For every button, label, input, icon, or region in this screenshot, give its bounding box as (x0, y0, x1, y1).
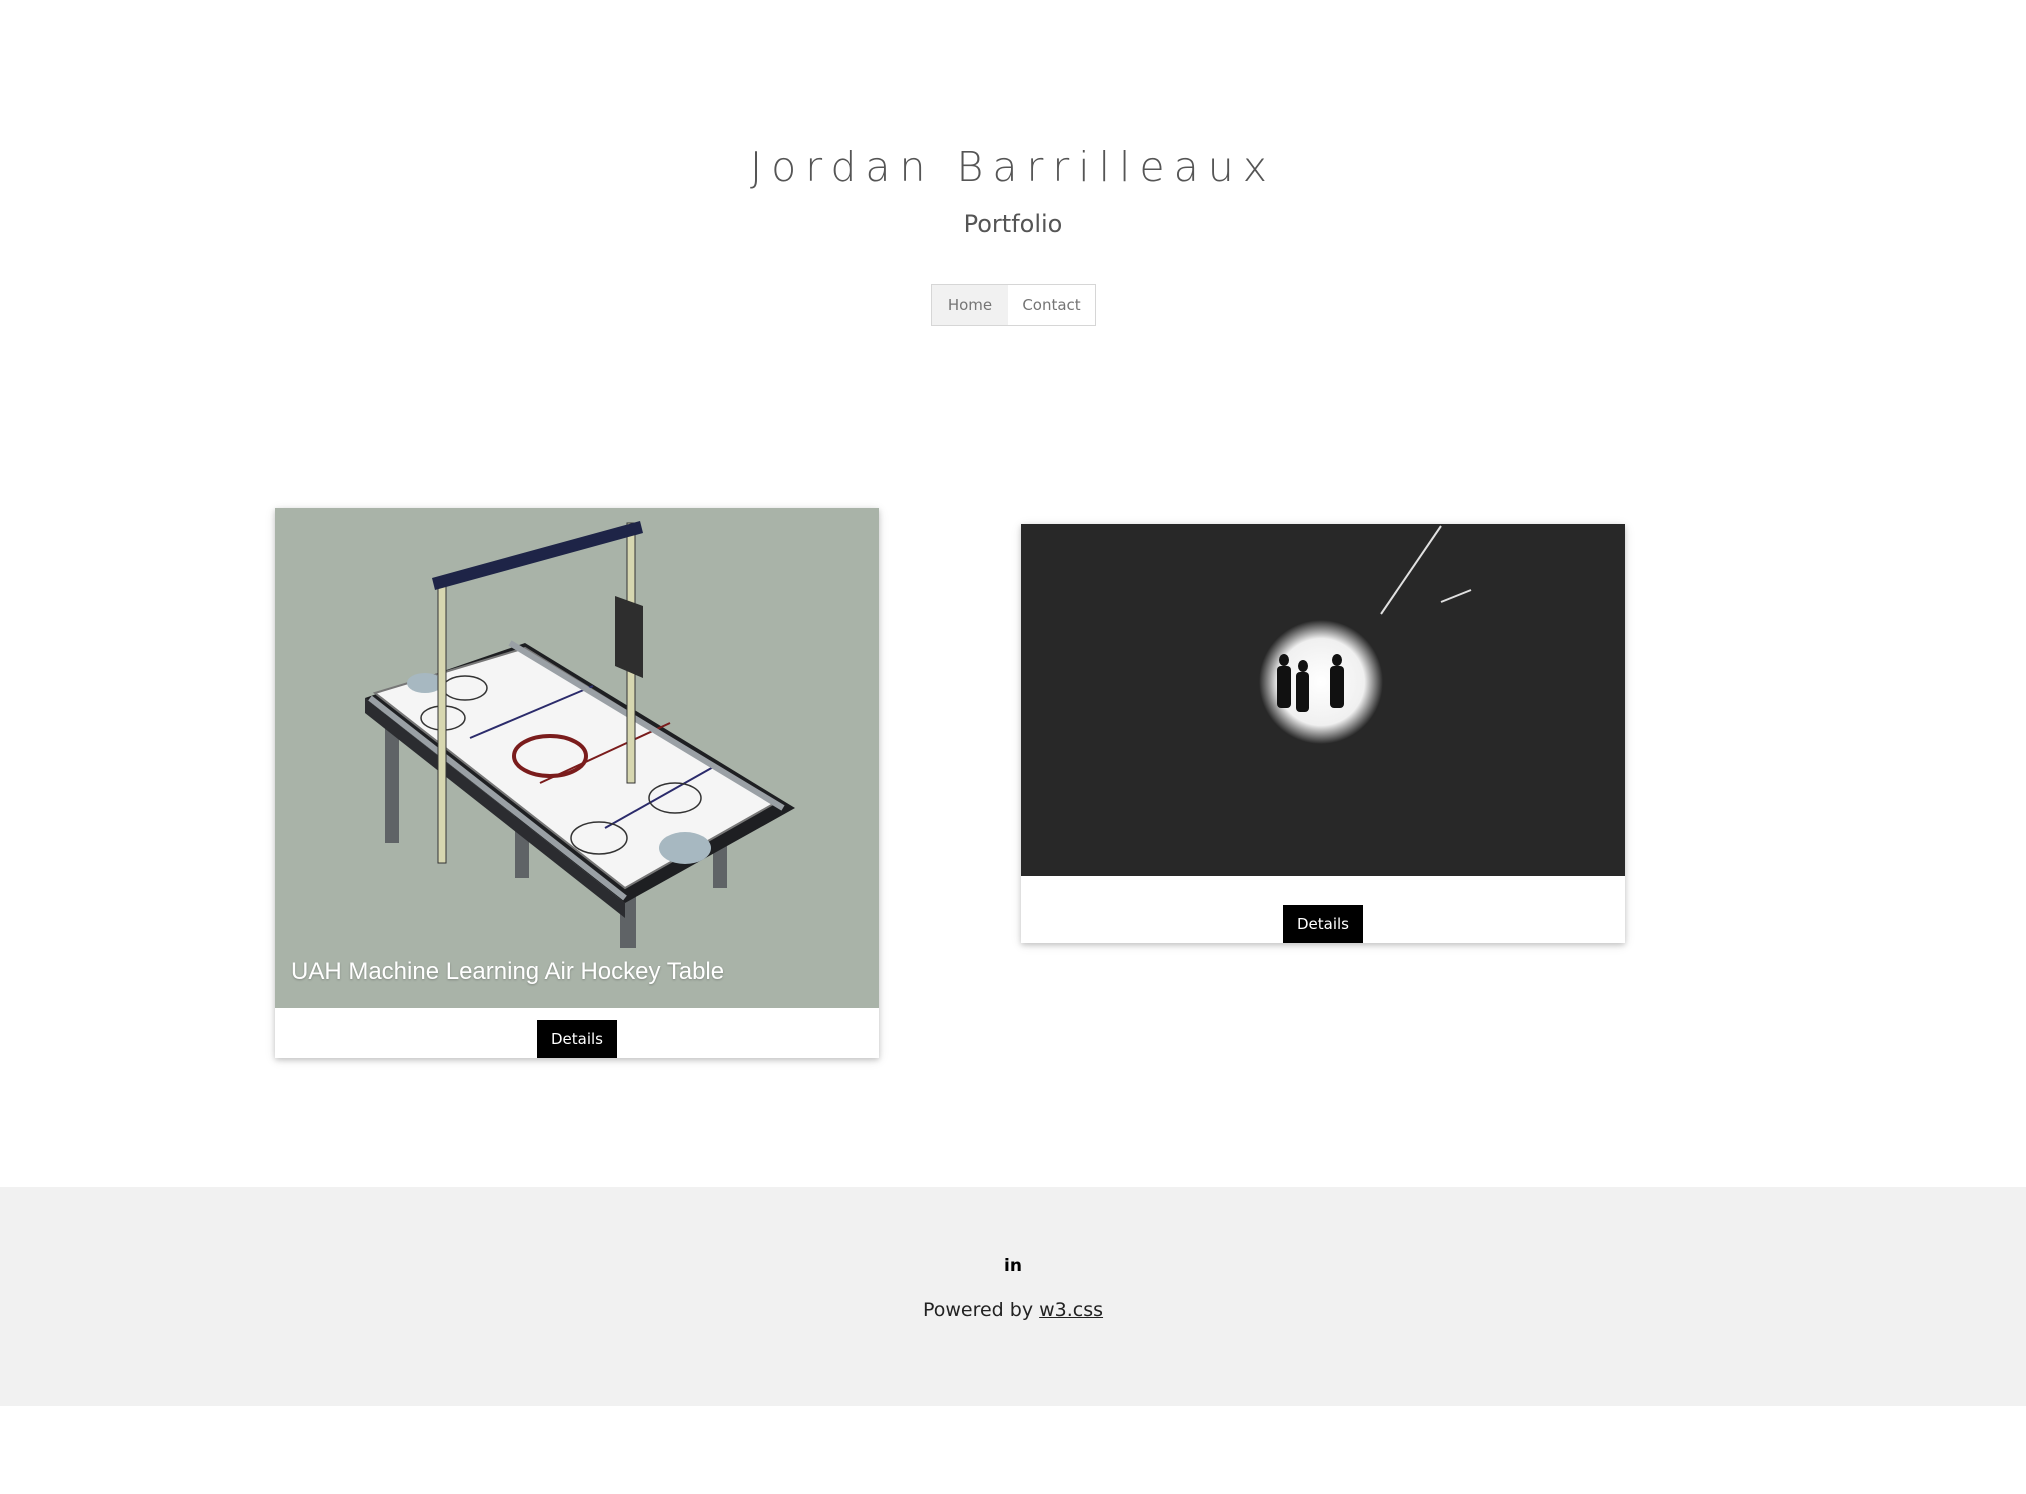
project-title: UAH Machine Learning Air Hockey Table (291, 958, 725, 985)
nav-contact[interactable]: Contact (1008, 285, 1095, 325)
site-title: Jordan Barrilleaux (750, 143, 1276, 191)
tunnel-photo (1021, 524, 1625, 876)
tunnel-silhouette-image (1021, 524, 1625, 876)
powered-by-prefix: Powered by (922, 1299, 1040, 1321)
nav-home[interactable]: Home (932, 285, 1008, 325)
nav-bar: Home Contact (931, 284, 1096, 326)
linkedin-icon[interactable]: in (1004, 1256, 1022, 1276)
footer: in Powered by w3.css (0, 1187, 2026, 1406)
powered-by-text: Powered by w3.css (0, 1299, 2026, 1321)
project-card-tunnel: Details (1021, 524, 1625, 943)
project-card-air-hockey: UAH Machine Learning Air Hockey Table De… (275, 508, 879, 1058)
air-hockey-table-image: UAH Machine Learning Air Hockey Table (275, 508, 879, 1008)
details-button[interactable]: Details (537, 1020, 617, 1058)
page: Jordan Barrilleaux Portfolio Home Contac… (0, 0, 2026, 1494)
site-subtitle: Portfolio (963, 210, 1063, 238)
w3css-link[interactable]: w3.css (1039, 1299, 1103, 1321)
air-hockey-render (275, 508, 879, 1008)
details-button[interactable]: Details (1283, 905, 1363, 943)
